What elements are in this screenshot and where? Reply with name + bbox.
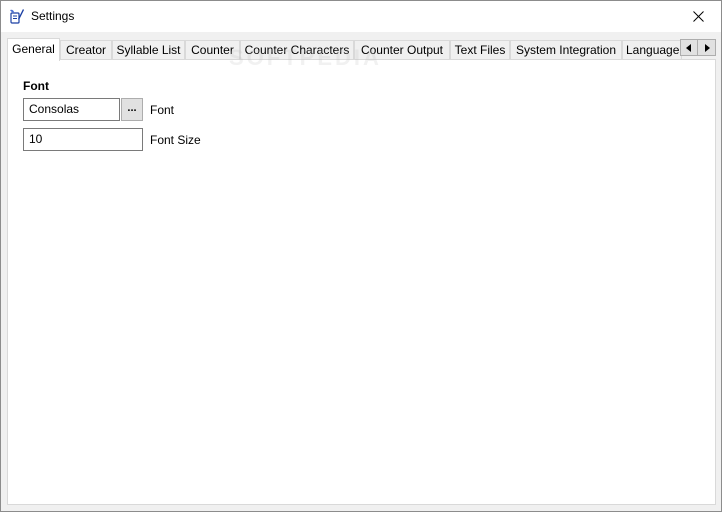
tab-scroll-left-button[interactable] [680, 39, 698, 56]
tab-syllable-list[interactable]: Syllable List [112, 40, 185, 60]
close-icon [692, 11, 704, 22]
close-button[interactable] [675, 1, 721, 32]
tab-counter-output[interactable]: Counter Output [354, 40, 450, 60]
font-label: Font [150, 103, 175, 117]
font-size-field[interactable]: 10 [23, 128, 143, 151]
quill-book-icon [9, 8, 25, 24]
font-size-label: Font Size [150, 133, 201, 147]
tab-counter-characters[interactable]: Counter Characters [240, 40, 354, 60]
tab-scroll-buttons [680, 39, 716, 56]
tab-counter[interactable]: Counter [185, 40, 240, 60]
tab-language[interactable]: Language [622, 40, 682, 60]
tab-text-files[interactable]: Text Files [450, 40, 510, 60]
tab-system-integration[interactable]: System Integration [510, 40, 622, 60]
general-tab-page: Font Consolas ... Font 10 Font Size [7, 59, 716, 505]
font-field[interactable]: Consolas [23, 98, 120, 121]
tab-creator[interactable]: Creator [60, 40, 112, 60]
client-area: General Creator Syllable List Counter Co… [1, 32, 721, 511]
tab-general[interactable]: General [7, 38, 60, 61]
triangle-left-icon [686, 43, 691, 52]
settings-window: Settings General Creator Syllable List C… [0, 0, 722, 512]
window-title: Settings [31, 9, 75, 23]
font-section-title: Font [23, 79, 49, 93]
title-bar[interactable]: Settings [1, 1, 721, 32]
tab-scroll-right-button[interactable] [698, 39, 716, 56]
triangle-right-icon [704, 43, 710, 52]
font-browse-button[interactable]: ... [121, 98, 143, 121]
